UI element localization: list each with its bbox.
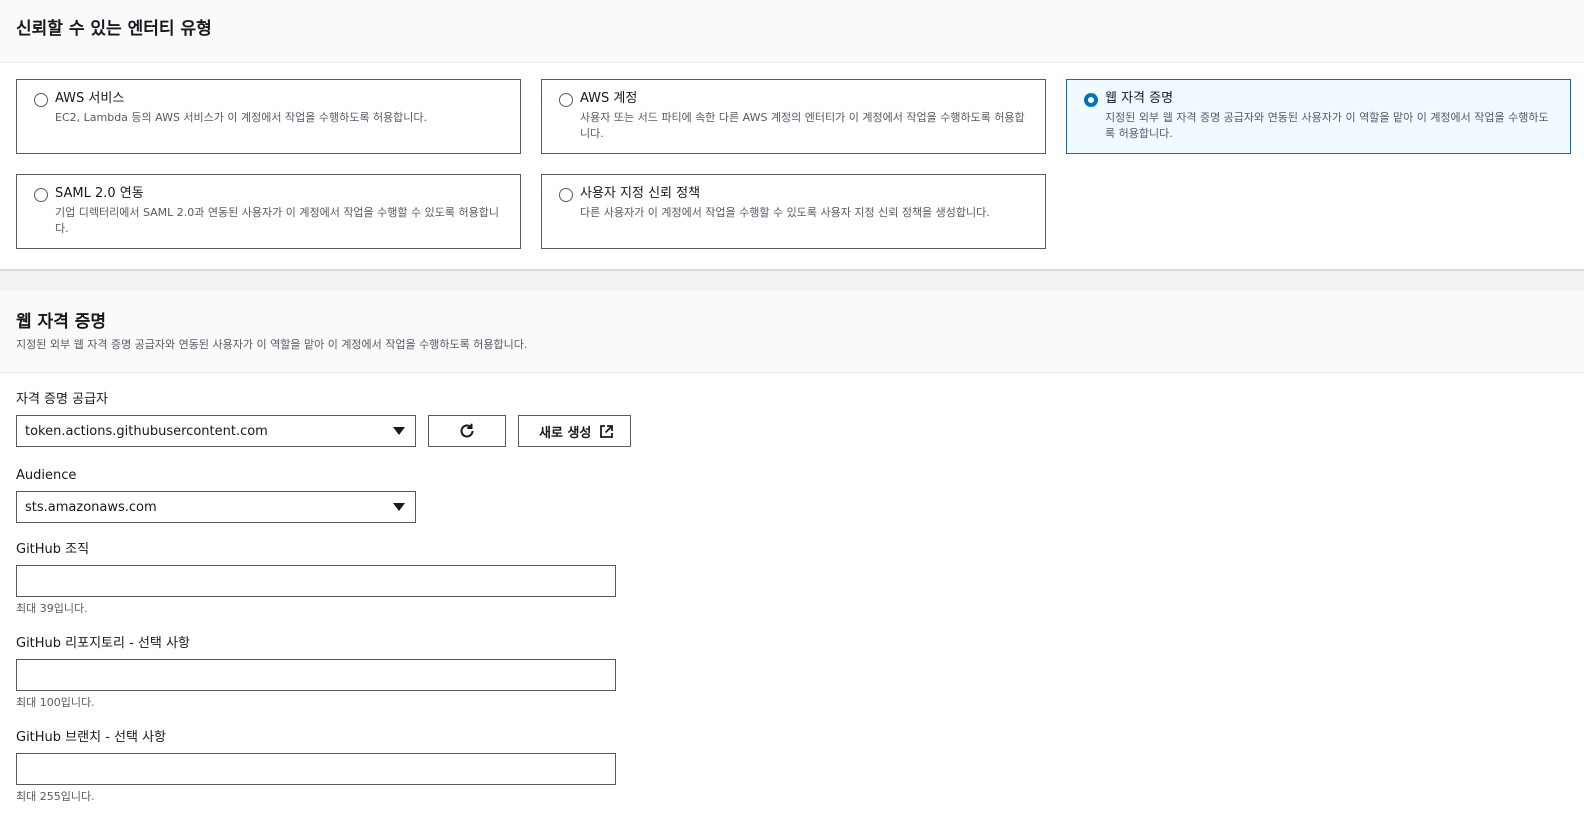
audience-select[interactable]: sts.amazonaws.com <box>16 491 416 523</box>
github-org-input[interactable] <box>16 565 616 597</box>
trusted-entity-title: 신뢰할 수 있는 엔터티 유형 <box>16 19 212 39</box>
option-aws-service[interactable]: AWS 서비스 EC2, Lambda 등의 AWS 서비스가 이 계정에서 작… <box>16 79 521 154</box>
web-identity-form: 자격 증명 공급자 token.actions.githubuserconten… <box>0 373 1584 805</box>
provider-label: 자격 증명 공급자 <box>16 392 108 407</box>
option-description: 다른 사용자가 이 계정에서 작업을 수행할 수 있도록 사용자 지정 신뢰 정… <box>580 206 990 219</box>
option-label: AWS 계정 <box>580 91 638 106</box>
github-repo-input[interactable] <box>16 659 616 691</box>
web-identity-title: 웹 자격 증명 <box>16 312 107 332</box>
create-new-button[interactable]: 새로 생성 <box>518 415 632 447</box>
option-aws-account[interactable]: AWS 계정 사용자 또는 서드 파티에 속한 다른 AWS 계정의 엔터티가 … <box>541 79 1046 154</box>
radio-custom-trust-policy[interactable] <box>559 188 573 202</box>
radio-aws-account[interactable] <box>559 93 573 107</box>
web-identity-header: 웹 자격 증명 지정된 외부 웹 자격 증명 공급자와 연동된 사용자가 이 역… <box>0 291 1584 373</box>
option-label: 사용자 지정 신뢰 정책 <box>580 186 701 201</box>
option-label: SAML 2.0 연동 <box>55 186 144 201</box>
provider-value: token.actions.githubusercontent.com <box>25 423 268 439</box>
web-identity-description: 지정된 외부 웹 자격 증명 공급자와 연동된 사용자가 이 역할을 맡아 이 … <box>16 338 528 351</box>
github-branch-label: GitHub 브랜치 - 선택 사항 <box>16 730 166 745</box>
option-web-identity[interactable]: 웹 자격 증명 지정된 외부 웹 자격 증명 공급자와 연동된 사용자가 이 역… <box>1066 79 1571 154</box>
github-repo-hint: 최대 100입니다. <box>16 696 95 709</box>
external-link-icon <box>600 424 614 438</box>
option-saml[interactable]: SAML 2.0 연동 기업 디렉터리에서 SAML 2.0과 연동된 사용자가… <box>16 174 521 249</box>
option-label: 웹 자격 증명 <box>1105 91 1174 106</box>
audience-value: sts.amazonaws.com <box>25 499 157 515</box>
radio-saml[interactable] <box>34 188 48 202</box>
option-description: 사용자 또는 서드 파티에 속한 다른 AWS 계정의 엔터티가 이 계정에서 … <box>580 111 1025 140</box>
caret-down-icon <box>393 503 405 511</box>
option-description: 지정된 외부 웹 자격 증명 공급자와 연동된 사용자가 이 역할을 맡아 이 … <box>1105 111 1549 140</box>
radio-web-identity[interactable] <box>1084 93 1098 107</box>
provider-select[interactable]: token.actions.githubusercontent.com <box>16 415 416 447</box>
github-org-hint: 최대 39입니다. <box>16 602 88 615</box>
caret-down-icon <box>393 427 405 435</box>
trusted-entity-header: 신뢰할 수 있는 엔터티 유형 <box>0 0 1584 63</box>
github-org-label: GitHub 조직 <box>16 542 90 557</box>
radio-aws-service[interactable] <box>34 93 48 107</box>
option-description: EC2, Lambda 등의 AWS 서비스가 이 계정에서 작업을 수행하도록… <box>55 111 428 124</box>
refresh-icon <box>460 423 474 438</box>
audience-label: Audience <box>16 468 77 483</box>
github-branch-hint: 최대 255입니다. <box>16 790 95 803</box>
option-custom-trust-policy[interactable]: 사용자 지정 신뢰 정책 다른 사용자가 이 계정에서 작업을 수행할 수 있도… <box>541 174 1046 249</box>
option-description: 기업 디렉터리에서 SAML 2.0과 연동된 사용자가 이 계정에서 작업을 … <box>55 206 499 235</box>
github-branch-input[interactable] <box>16 753 616 785</box>
refresh-button[interactable] <box>428 415 506 447</box>
trusted-entity-options: AWS 서비스 EC2, Lambda 등의 AWS 서비스가 이 계정에서 작… <box>0 63 1584 269</box>
section-divider <box>0 269 1584 291</box>
github-repo-label: GitHub 리포지토리 - 선택 사항 <box>16 636 190 651</box>
create-new-label: 새로 생성 <box>539 425 592 441</box>
option-label: AWS 서비스 <box>55 91 125 106</box>
